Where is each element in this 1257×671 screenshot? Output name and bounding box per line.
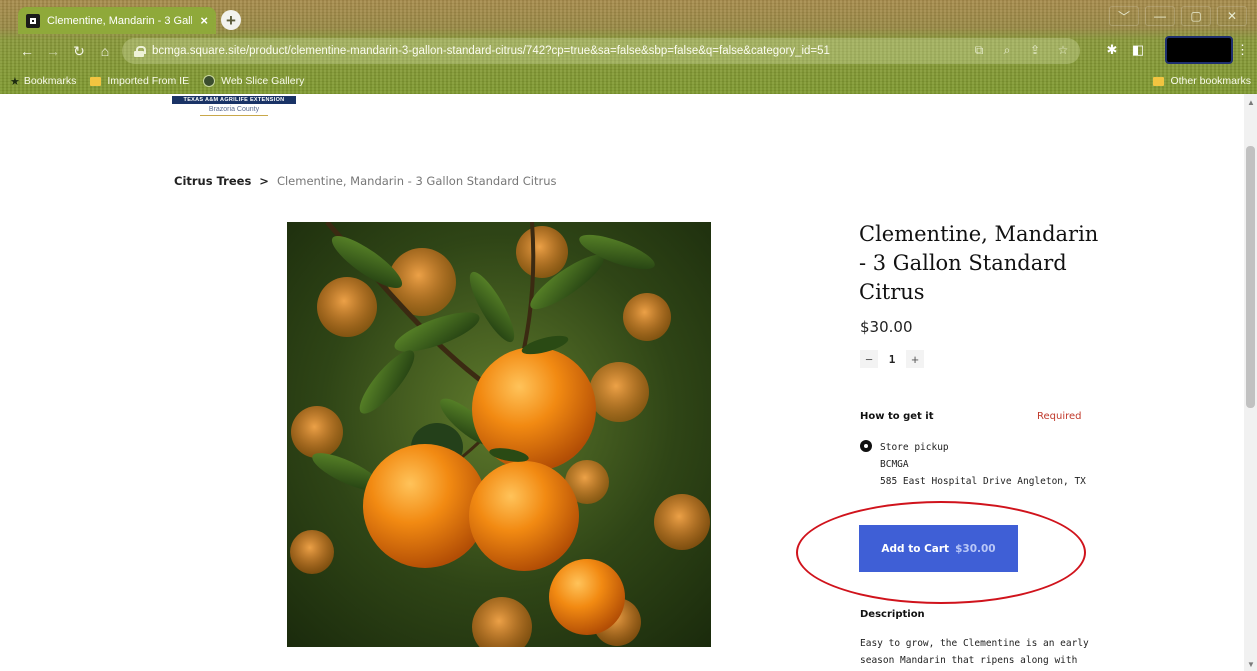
- browser-chrome: Clementine, Mandarin - 3 Gallon × + ﹀ — …: [0, 0, 1257, 94]
- reload-icon[interactable]: ↻: [70, 42, 88, 60]
- home-icon[interactable]: ⌂: [96, 42, 114, 60]
- other-bookmarks[interactable]: Other bookmarks: [1153, 75, 1251, 87]
- folder-icon: [90, 76, 102, 86]
- close-window-button[interactable]: ✕: [1217, 6, 1247, 26]
- quantity-value[interactable]: 1: [884, 353, 900, 366]
- bookmark-item-bookmarks[interactable]: ★ Bookmarks: [10, 75, 76, 88]
- url-text[interactable]: bcmga.square.site/product/clementine-man…: [152, 45, 830, 57]
- logo-underline: [200, 115, 268, 116]
- scroll-down-arrow-icon[interactable]: ▼: [1247, 660, 1255, 669]
- quantity-increase-button[interactable]: +: [906, 350, 924, 368]
- scrollbar-thumb[interactable]: [1246, 146, 1255, 408]
- breadcrumb: Citrus Trees > Clementine, Mandarin - 3 …: [174, 174, 556, 188]
- quantity-stepper: − 1 +: [860, 350, 924, 368]
- scroll-up-arrow-icon[interactable]: ▲: [1247, 98, 1255, 107]
- breadcrumb-current: Clementine, Mandarin - 3 Gallon Standard…: [276, 174, 557, 188]
- product-price: $30.00: [860, 318, 913, 336]
- profile-avatar[interactable]: [1165, 36, 1233, 64]
- globe-icon: [203, 75, 216, 87]
- tab-title: Clementine, Mandarin - 3 Gallon: [46, 14, 193, 27]
- logo-subtitle: Brazoria County: [208, 106, 260, 113]
- extensions-area: ✱ ◧: [1104, 42, 1146, 58]
- tab-search-button[interactable]: ﹀: [1109, 6, 1139, 26]
- install-app-icon[interactable]: ⧉: [972, 43, 986, 58]
- browser-toolbar: ← → ↻ ⌂ bcmga.square.site/product/clemen…: [0, 36, 1257, 66]
- square-favicon-icon: [26, 13, 40, 28]
- page-content: TEXAS A&M AGRILIFE EXTENSION Brazoria Co…: [0, 94, 1244, 671]
- product-title: Clementine, Mandarin - 3 Gallon Standard…: [859, 222, 1099, 304]
- new-tab-button[interactable]: +: [221, 10, 241, 30]
- zoom-icon[interactable]: ⌕: [1000, 43, 1014, 58]
- star-icon: ★: [10, 75, 20, 88]
- agrilife-logo[interactable]: TEXAS A&M AGRILIFE EXTENSION: [172, 96, 296, 104]
- tab-close-icon[interactable]: ×: [200, 13, 208, 28]
- bookmark-item-web-slice[interactable]: Web Slice Gallery: [203, 75, 304, 87]
- pickup-option-label: Store pickup: [880, 442, 949, 453]
- pickup-address: 585 East Hospital Drive Angleton, TX: [880, 476, 1086, 487]
- bookmark-label: Web Slice Gallery: [221, 75, 305, 87]
- folder-icon: [1153, 76, 1165, 86]
- quantity-decrease-button[interactable]: −: [860, 350, 878, 368]
- bookmark-star-icon[interactable]: ☆: [1056, 43, 1070, 58]
- required-badge: Required: [1037, 411, 1082, 422]
- bookmark-label: Imported From IE: [107, 75, 190, 87]
- lock-icon[interactable]: [134, 45, 146, 57]
- annotation-circle: [796, 501, 1086, 604]
- bookmark-label: Bookmarks: [23, 75, 77, 87]
- side-panel-icon[interactable]: ◧: [1130, 42, 1146, 58]
- share-icon[interactable]: ⇪: [1028, 43, 1042, 58]
- description-heading: Description: [860, 609, 925, 620]
- address-bar[interactable]: bcmga.square.site/product/clementine-man…: [122, 38, 1080, 64]
- how-to-get-it-label: How to get it: [860, 411, 934, 422]
- maximize-button[interactable]: ▢: [1181, 6, 1211, 26]
- pickup-store-name: BCMGA: [880, 459, 909, 470]
- extensions-puzzle-icon[interactable]: ✱: [1104, 42, 1120, 58]
- mandarin-photo: [287, 222, 711, 647]
- pickup-radio-button[interactable]: [860, 440, 872, 452]
- pickup-details: Store pickup BCMGA 585 East Hospital Dri…: [880, 439, 1100, 490]
- tab-active[interactable]: Clementine, Mandarin - 3 Gallon ×: [18, 7, 216, 34]
- bookmarks-bar: ★ Bookmarks Imported From IE Web Slice G…: [0, 70, 1257, 92]
- browser-menu-icon[interactable]: ⋮: [1236, 42, 1249, 58]
- window-controls: ﹀ — ▢ ✕: [1109, 6, 1247, 26]
- product-image[interactable]: [287, 222, 711, 647]
- description-text: Easy to grow, the Clementine is an early…: [860, 638, 1089, 666]
- bookmark-item-imported[interactable]: Imported From IE: [90, 75, 189, 87]
- other-bookmarks-label: Other bookmarks: [1170, 75, 1251, 87]
- minimize-button[interactable]: —: [1145, 6, 1175, 26]
- breadcrumb-separator: >: [259, 174, 269, 188]
- omnibox-actions: ⧉ ⌕ ⇪ ☆: [972, 43, 1070, 58]
- forward-arrow-icon[interactable]: →: [44, 42, 62, 60]
- breadcrumb-category-link[interactable]: Citrus Trees: [174, 174, 251, 188]
- page-scrollbar[interactable]: ▲ ▼: [1244, 94, 1257, 671]
- tab-strip: Clementine, Mandarin - 3 Gallon × + ﹀ — …: [0, 0, 1257, 34]
- back-arrow-icon[interactable]: ←: [18, 42, 36, 60]
